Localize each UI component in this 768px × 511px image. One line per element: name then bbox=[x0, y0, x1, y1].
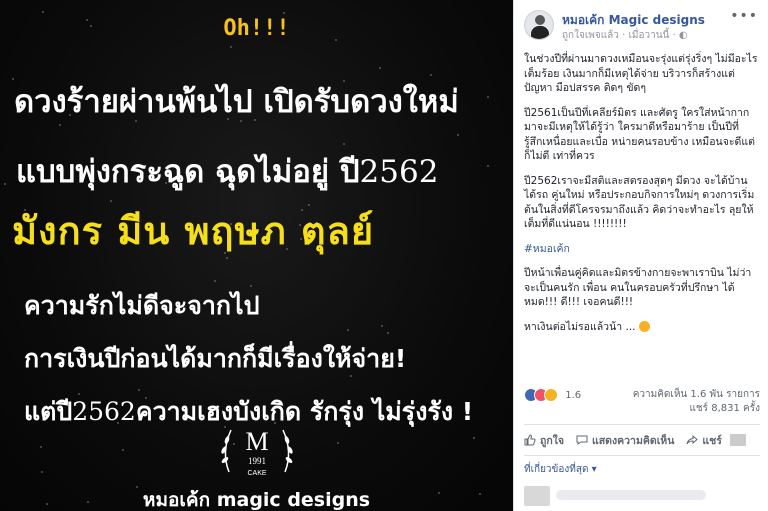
image-line-5: การเงินปีก่อนได้มากก็มีเรื่องให้จ่าย! bbox=[24, 344, 407, 373]
star bbox=[336, 441, 339, 444]
star bbox=[347, 328, 350, 331]
star bbox=[457, 134, 460, 137]
star bbox=[378, 66, 381, 69]
comment-button[interactable]: แสดงความคิดเห็น bbox=[576, 432, 674, 449]
star bbox=[40, 446, 43, 449]
brand-logo: M 1991 CAKE bbox=[221, 427, 293, 477]
comment-preview bbox=[524, 484, 760, 506]
hashtag-link[interactable]: #หมอเค้ก bbox=[524, 242, 760, 257]
action-bar: ถูกใจ แสดงความคิดเห็น แชร์ bbox=[524, 424, 760, 456]
star bbox=[487, 165, 490, 168]
image-line-2: แบบพุ่งกระฉูด ฉุดไม่อยู่ ปี2562 bbox=[16, 154, 439, 190]
post-meta: ถูกใจเพจแล้ว · เมื่อวานนี้ · ◐ bbox=[562, 30, 688, 41]
star bbox=[472, 437, 475, 440]
comment-icon bbox=[576, 435, 588, 445]
star bbox=[282, 12, 285, 15]
share-icon bbox=[686, 434, 699, 445]
image-exclaim: Oh!!! bbox=[223, 16, 290, 41]
star bbox=[229, 45, 232, 48]
logo-letter: M bbox=[245, 427, 268, 456]
post-body: ในช่วงปีที่ผ่านมาดวงเหมือนจะรุ่งแต่รุ่งร… bbox=[524, 52, 760, 344]
share-target-thumbnail bbox=[729, 434, 746, 446]
more-options-icon[interactable]: ••• bbox=[730, 8, 758, 24]
page-avatar[interactable] bbox=[524, 10, 554, 40]
post-paragraph: ปีหน้าเพื่อนคู่คิดและมิตรข้างกายจะพาเราบ… bbox=[524, 267, 752, 308]
star bbox=[121, 449, 124, 452]
post-panel: หมอเค้ก Magic designs ถูกใจเพจแล้ว · เมื… bbox=[513, 0, 768, 511]
smile-emoji-icon bbox=[638, 321, 650, 332]
post-header: หมอเค้ก Magic designs ถูกใจเพจแล้ว · เมื… bbox=[524, 8, 760, 42]
comment-count[interactable]: ความคิดเห็น 1.6 พัน รายการ bbox=[633, 388, 760, 402]
reaction-count: 1.6 bbox=[565, 389, 582, 401]
like-button[interactable]: ถูกใจ bbox=[524, 432, 564, 449]
thumbs-up-icon bbox=[524, 434, 536, 446]
star bbox=[3, 182, 6, 185]
star bbox=[387, 331, 390, 334]
share-count[interactable]: แชร์ 8,831 ครั้ง bbox=[633, 402, 760, 416]
wow-reaction-icon bbox=[544, 388, 558, 402]
image-brand: หมอเค้ก magic designs bbox=[142, 489, 371, 511]
post-paragraph: ในช่วงปีที่ผ่านมาดวงเหมือนจะรุ่งแต่รุ่งร… bbox=[524, 53, 758, 94]
post-paragraph: ปี2561เป็นปีที่เคลียร์มิตร และศัตรู ใครใ… bbox=[524, 106, 755, 163]
post-paragraph: ปี2562เราจะมีสติและสตรองสุดๆ มีดวง จะได้… bbox=[524, 174, 755, 231]
image-line-4: ความรักไม่ดีจะจากไป bbox=[24, 291, 260, 320]
logo-year: 1991 bbox=[248, 456, 266, 466]
engagement-stats: ความคิดเห็น 1.6 พัน รายการ แชร์ 8,831 คร… bbox=[633, 388, 760, 416]
post-paragraph: หาเงินต่อไม่รอแล้วน้า ... bbox=[524, 320, 760, 335]
star bbox=[213, 279, 216, 282]
star bbox=[342, 142, 345, 145]
reaction-summary[interactable]: 1.6 ความคิดเห็น 1.6 พัน รายการ แชร์ 8,83… bbox=[524, 388, 760, 416]
image-line-zodiac: มังกร มีน พฤษภ ตุลย์ bbox=[12, 209, 375, 253]
image-line-1: ดวงร้ายผ่านพ้นไป เปิดรับดวงใหม่ bbox=[14, 84, 459, 120]
commenter-avatar[interactable] bbox=[524, 486, 550, 506]
star bbox=[40, 470, 43, 473]
share-button[interactable]: แชร์ bbox=[686, 432, 746, 449]
star bbox=[487, 96, 490, 99]
star bbox=[381, 325, 384, 328]
comment-placeholder bbox=[556, 490, 706, 500]
star bbox=[41, 10, 44, 13]
globe-icon: ◐ bbox=[678, 30, 688, 41]
post-image[interactable]: Oh!!! ดวงร้ายผ่านพ้นไป เปิดรับดวงใหม่ แบ… bbox=[0, 0, 513, 511]
comment-sort-dropdown[interactable]: ที่เกี่ยวข้องที่สุด ▾ bbox=[524, 462, 597, 477]
logo-word: CAKE bbox=[247, 470, 266, 477]
